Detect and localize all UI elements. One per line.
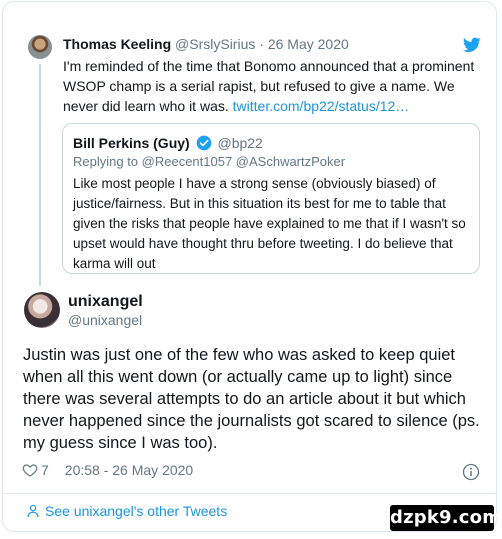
unixangel-avatar[interactable] — [24, 292, 60, 328]
tweet-timestamp[interactable]: 20:58 - 26 May 2020 — [65, 462, 193, 478]
parent-tweet-text: I'm reminded of the time that Bonomo ann… — [63, 56, 483, 116]
info-icon[interactable] — [462, 463, 480, 481]
footer-divider — [2, 493, 497, 494]
person-icon — [27, 504, 39, 517]
see-other-tweets-link[interactable]: See unixangel's other Tweets — [26, 503, 227, 519]
parent-author-name[interactable]: Thomas Keeling — [63, 36, 171, 52]
quoted-reply-to: Replying to @Reecent1057 @ASchwartzPoker — [73, 154, 346, 169]
tweet-actions-row: 7 20:58 - 26 May 2020 — [22, 462, 193, 478]
twitter-bird-icon[interactable] — [463, 37, 481, 53]
parent-tweet-date[interactable]: 26 May 2020 — [268, 36, 349, 52]
parent-author-handle[interactable]: @SrslySirius — [175, 36, 255, 52]
parent-tweet-header: Thomas Keeling @SrslySirius · 26 May 202… — [63, 36, 349, 52]
quoted-author-handle: @bp22 — [217, 135, 263, 151]
see-other-tweets-label[interactable]: See unixangel's other Tweets — [45, 503, 227, 519]
main-author-handle[interactable]: @unixangel — [68, 312, 142, 328]
thomas-keeling-avatar[interactable] — [28, 35, 52, 59]
main-tweet-text: Justin was just one of the few who was a… — [23, 346, 480, 452]
heart-icon[interactable] — [22, 462, 38, 478]
quoted-tweet[interactable]: Bill Perkins (Guy) @bp22 Replying to @Re… — [62, 123, 480, 274]
parent-tweet-link[interactable]: twitter.com/bp22/status/12… — [233, 98, 410, 114]
main-author-name[interactable]: unixangel — [68, 293, 143, 311]
quoted-author-name: Bill Perkins (Guy) — [73, 135, 190, 151]
quoted-tweet-header: Bill Perkins (Guy) @bp22 — [73, 135, 263, 151]
verified-badge-icon — [196, 135, 211, 151]
parent-separator: · — [259, 36, 264, 52]
quoted-tweet-text: Like most people I have a strong sense (… — [73, 176, 466, 271]
thread-connector-line — [39, 64, 41, 286]
site-watermark: dzpk9.com — [390, 505, 501, 531]
like-count[interactable]: 7 — [41, 462, 49, 478]
